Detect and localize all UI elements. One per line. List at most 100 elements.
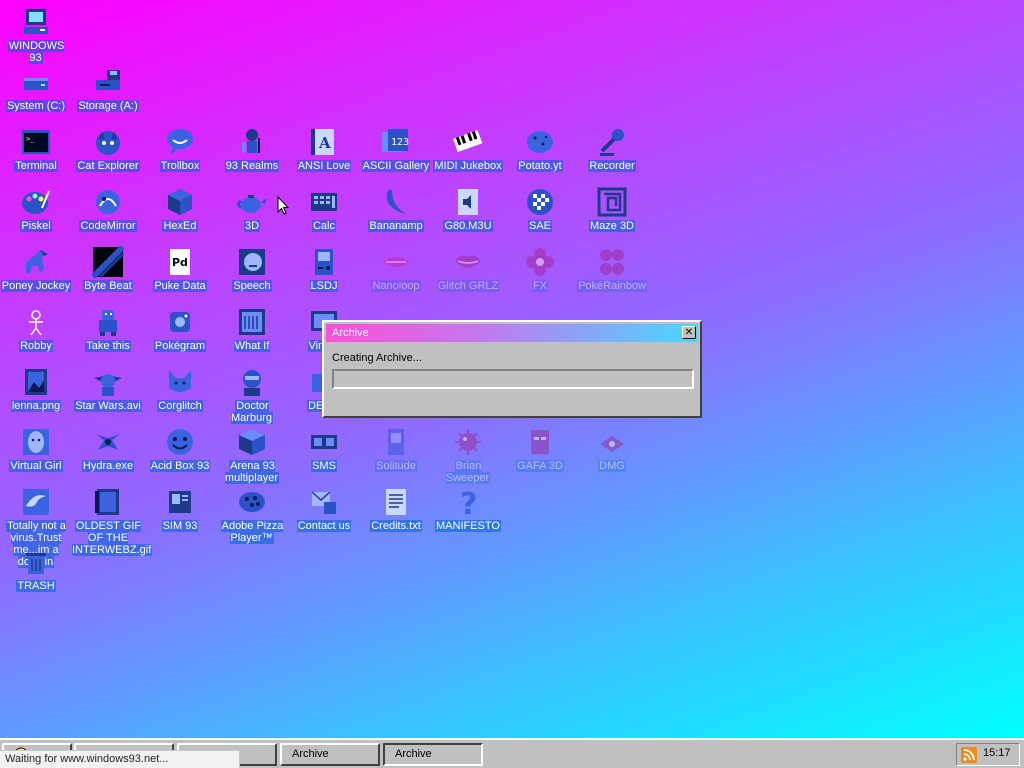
desktop-icon-label: Acid Box 93	[149, 460, 211, 472]
desktop-icon-calc[interactable]: Calc	[288, 182, 360, 242]
desktop-icon-codemirror[interactable]: CodeMirror	[72, 182, 144, 242]
desktop-icon-label: Solitude	[375, 460, 417, 472]
lips-icon	[452, 246, 484, 278]
mine-icon	[452, 426, 484, 458]
desktop-icon-star-wars-avi[interactable]: Star Wars.avi	[72, 362, 144, 422]
desktop-icon-corglitch[interactable]: Corglitch	[144, 362, 216, 422]
desktop-icon-contact-us[interactable]: Contact us	[288, 482, 360, 542]
desktop-icon-ansi-love[interactable]: A ANSI Love	[288, 122, 360, 182]
desktop-icon-potato-yt[interactable]: Potato.yt	[504, 122, 576, 182]
robot-icon	[92, 306, 124, 338]
taskbar-button-archive-2[interactable]: Archive	[383, 743, 483, 766]
desktop-icon-label: 3D	[243, 220, 261, 232]
desktop-icon-trash[interactable]: TRASH	[0, 542, 72, 602]
desktop-icon-gafa-3d[interactable]: GAFA 3D	[504, 422, 576, 482]
palette-icon	[20, 186, 52, 218]
desktop-icon-totally-not-a-virus[interactable]: Totally not a virus.Trust me...im a dolp…	[0, 482, 72, 568]
desktop-icon-glitch-grlz[interactable]: Glitch GRLZ	[432, 242, 504, 302]
desktop-icon-acid-box-93[interactable]: Acid Box 93	[144, 422, 216, 482]
hex-cube-icon	[164, 186, 196, 218]
desktop-icon-label: MANIFESTO	[435, 520, 501, 532]
desktop-icon-sae[interactable]: SAE	[504, 182, 576, 242]
taskbar-button-label: Archive	[292, 748, 329, 760]
desktop-icon-piskel[interactable]: Piskel	[0, 182, 72, 242]
gameboy-icon	[308, 246, 340, 278]
notebook-icon	[236, 306, 268, 338]
desktop-icon-puke-data[interactable]: Pd Puke Data	[144, 242, 216, 302]
desktop-icon-label: HexEd	[162, 220, 198, 232]
desktop-icon-dmg[interactable]: DMG	[576, 422, 648, 482]
desktop-icon-trollbox[interactable]: Trollbox	[144, 122, 216, 182]
desktop-icon-manifesto[interactable]: ? MANIFESTO	[432, 482, 504, 542]
desktop-icon-system-c[interactable]: System (C:)	[0, 62, 72, 122]
image-file-icon	[20, 366, 52, 398]
hydra-icon	[92, 426, 124, 458]
desktop-icon-pokerainbow[interactable]: PokéRainbow	[576, 242, 648, 302]
archive-progress-bar	[332, 369, 694, 389]
desktop-icon-take-this[interactable]: Take this	[72, 302, 144, 362]
desktop-icon-label: Byte Beat	[83, 280, 133, 292]
desktop-icon-pokegram[interactable]: Pokégram	[144, 302, 216, 362]
gafa-face-icon	[524, 426, 556, 458]
clock: 15:17	[983, 747, 1011, 759]
cat-globe-icon	[92, 126, 124, 158]
archive-close-button[interactable]: ✕	[682, 326, 696, 339]
desktop-icon-maze-3d[interactable]: Maze 3D	[576, 182, 648, 242]
desktop-icon-label: Puke Data	[153, 280, 207, 292]
chat-bubble-icon	[164, 126, 196, 158]
desktop-icon-terminal[interactable]: >_ Terminal	[0, 122, 72, 182]
desktop-icon-cat-explorer[interactable]: Cat Explorer	[72, 122, 144, 182]
desktop-icon-sim-93[interactable]: SIM 93	[144, 482, 216, 542]
desktop-icon-bananamp[interactable]: Bananamp	[360, 182, 432, 242]
desktop-icon-label: Corglitch	[157, 400, 203, 412]
desktop-icon-recorder[interactable]: Recorder	[576, 122, 648, 182]
desktop-icon-label: 93 Realms	[224, 160, 280, 172]
desktop-icon-lsdj[interactable]: LSDJ	[288, 242, 360, 302]
desktop-icon-midi-jukebox[interactable]: MIDI Jukebox	[432, 122, 504, 182]
desktop-icon-sms[interactable]: SMS	[288, 422, 360, 482]
desktop-icon-arena-93[interactable]: Arena 93 multiplayer	[216, 422, 288, 484]
desktop-icon-93-realms[interactable]: 93 Realms	[216, 122, 288, 182]
desktop-icon-doctor-marburg[interactable]: Doctor Marburg	[216, 362, 288, 424]
archive-title: Archive	[332, 327, 369, 339]
pokerainbow-icon	[596, 246, 628, 278]
banana-icon	[380, 186, 412, 218]
audio-file-icon	[452, 186, 484, 218]
desktop-icon-label: GAFA 3D	[516, 460, 564, 472]
fx-flower-icon	[524, 246, 556, 278]
desktop-icon-lenna-png[interactable]: lenna.png	[0, 362, 72, 422]
desktop-icon-byte-beat[interactable]: Byte Beat	[72, 242, 144, 302]
desktop-icon-label: Credits.txt	[370, 520, 422, 532]
desktop-icon-poney-jockey[interactable]: Poney Jockey	[0, 242, 72, 302]
pokegram-icon	[164, 306, 196, 338]
pizza-icon	[236, 486, 268, 518]
desktop-icon-virtual-girl[interactable]: Virtual Girl	[0, 422, 72, 482]
desktop-icon-adobe-pizza-player[interactable]: Adobe Pizza Player™	[216, 482, 288, 544]
speech-face-icon	[236, 246, 268, 278]
question-mark-icon: ?	[452, 486, 484, 518]
rss-icon[interactable]	[961, 747, 977, 763]
desktop-icon-oldest-gif[interactable]: OLDEST GIF OF THE INTERWEBZ.gif	[72, 482, 153, 556]
contact-icon	[308, 486, 340, 518]
desktop-icon-g80-m3u[interactable]: G80.M3U	[432, 182, 504, 242]
archive-titlebar[interactable]: Archive ✕	[326, 324, 698, 342]
desktop-icon-label: What If	[233, 340, 271, 352]
desktop-icon-brian-sweeper[interactable]: Brian Sweeper	[432, 422, 504, 484]
desktop-icon-what-if[interactable]: What If	[216, 302, 288, 362]
desktop-icon-solitude[interactable]: Solitude	[360, 422, 432, 482]
desktop-icon-credits-txt[interactable]: Credits.txt	[360, 482, 432, 542]
desktop-icon-speech[interactable]: Speech	[216, 242, 288, 302]
desktop-icon-hydra-exe[interactable]: Hydra.exe	[72, 422, 144, 482]
taskbar-button-archive-1[interactable]: Archive	[280, 743, 380, 766]
desktop-icon-storage-a[interactable]: Storage (A:)	[72, 62, 144, 122]
desktop-icon-label: Glitch GRLZ	[436, 280, 500, 292]
desktop-icon-fx[interactable]: FX	[504, 242, 576, 302]
desktop-icon-windows93[interactable]: WINDOWS 93	[0, 2, 72, 64]
desktop-icon-hexed[interactable]: HexEd	[144, 182, 216, 242]
solitude-icon	[380, 426, 412, 458]
desktop-icon-ascii-gallery[interactable]: 123 ASCII Gallery	[360, 122, 432, 182]
desktop-icon-label: Piskel	[20, 220, 52, 232]
desktop-icon-robby[interactable]: Robby	[0, 302, 72, 362]
desktop-icon-label: Maze 3D	[588, 220, 636, 232]
desktop-icon-nanoloop[interactable]: Nanoloop	[360, 242, 432, 302]
